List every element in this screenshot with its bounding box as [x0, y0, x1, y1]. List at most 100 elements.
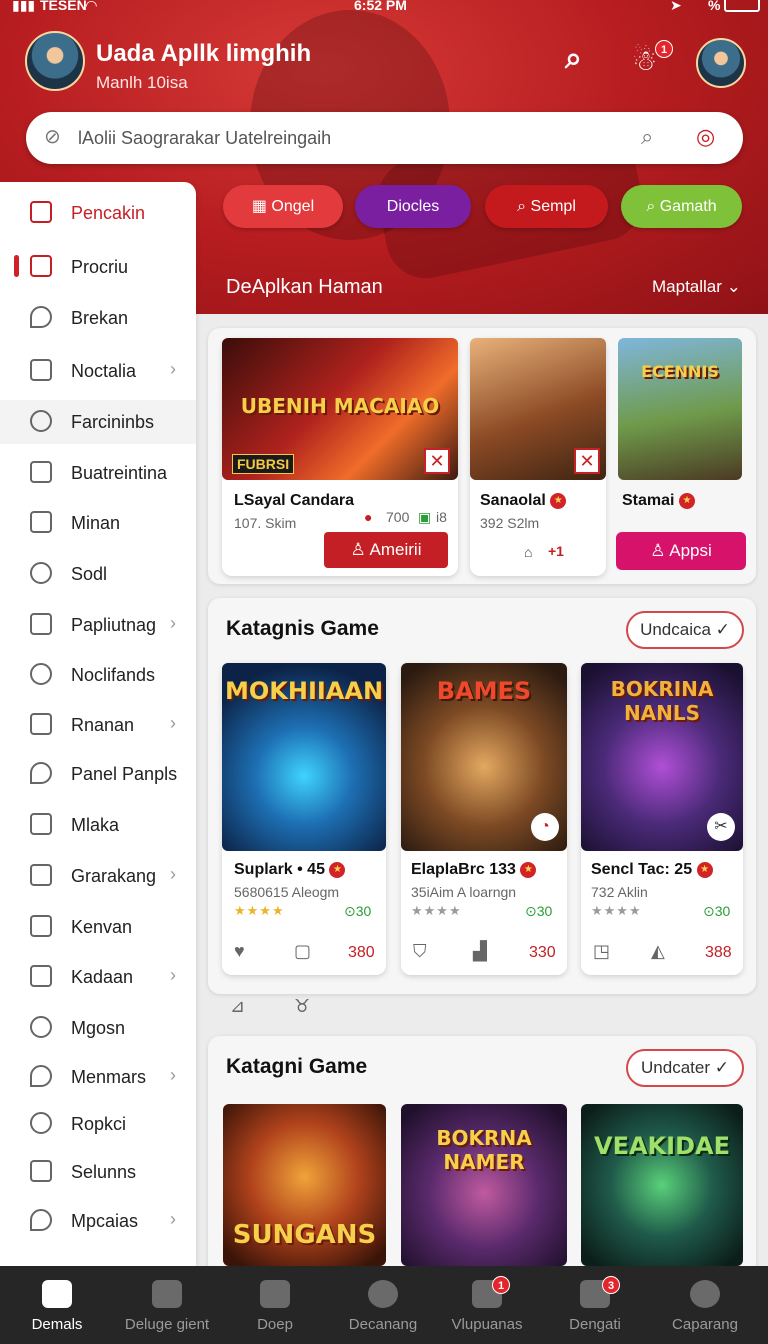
- game-count: 380: [348, 944, 375, 961]
- sidebar-item-grarakang[interactable]: Grarakang ›: [0, 854, 196, 898]
- chevron-down-icon: ⌄: [726, 277, 741, 296]
- close-icon[interactable]: ✕: [574, 448, 600, 474]
- nav-label: Decanang: [348, 1316, 418, 1333]
- status-bar: ▮▮▮ TESEN ◠ 6:52 PM ➤ %: [0, 0, 768, 16]
- featured-banner-text: UBENIH MACAIAO: [240, 394, 440, 418]
- search-input[interactable]: lAolii Saograrakar Uatelreingaih: [78, 128, 331, 149]
- comment-icon[interactable]: ▢: [294, 941, 311, 962]
- thumbs-up-icon[interactable]: ▟: [473, 941, 487, 962]
- game-card-2[interactable]: BAMES ◔ ElaplaBrc 133 ★ 35iAim A loarngn…: [401, 663, 567, 975]
- search-icon[interactable]: ⌕: [641, 124, 653, 150]
- building-icon: [30, 915, 52, 937]
- game-banner-text: VEAKIDAE: [594, 1132, 730, 1160]
- filter-pill-ongel[interactable]: ▦ Ongel: [223, 185, 343, 228]
- user-icon: ♙: [650, 541, 670, 560]
- button-label: Appsi: [669, 541, 712, 560]
- sidebar-item-farcininbs[interactable]: Farcininbs: [0, 400, 196, 444]
- search-bar[interactable]: ⊘ lAolii Saograrakar Uatelreingaih ⌕ ◎: [26, 112, 743, 164]
- featured-image: ECENNIS: [618, 338, 742, 480]
- panel-action-button[interactable]: Undcater ✓: [626, 1049, 744, 1087]
- sidebar-item-mlaka[interactable]: Mlaka: [0, 803, 196, 847]
- search-icon: ⌕: [517, 198, 531, 215]
- panel-action-button[interactable]: Undcaica ✓: [626, 611, 744, 649]
- sidebar-item-mgosn[interactable]: Mgosn: [0, 1006, 196, 1050]
- sidebar-item-noclifands[interactable]: Noclifands: [0, 653, 196, 697]
- close-icon[interactable]: ✕: [424, 448, 450, 474]
- featured-action-button[interactable]: ♙ Ameirii: [324, 532, 448, 568]
- trophy-icon[interactable]: ♉: [294, 996, 310, 1017]
- sidebar-item-kenvan[interactable]: Kenvan: [0, 905, 196, 949]
- voice-icon[interactable]: ◎: [696, 124, 715, 150]
- sidebar-item-kadaan[interactable]: Kadaan ›: [0, 955, 196, 999]
- battery-icon: [724, 0, 760, 12]
- sidebar-item-rnanan[interactable]: Rnanan ›: [0, 703, 196, 747]
- featured-card-1[interactable]: UBENIH MACAIAO FUBRSI ✕ LSayal Candara 1…: [222, 338, 458, 576]
- nav-item-dengati[interactable]: 3 Dengati: [540, 1266, 650, 1344]
- profile-avatar[interactable]: [25, 31, 85, 91]
- trash-icon: [152, 1280, 182, 1308]
- game-card-4[interactable]: SUNGANS: [223, 1104, 386, 1266]
- sidebar-item-label: Noclifands: [71, 665, 156, 685]
- panel-title: Katagni Game: [226, 1055, 368, 1078]
- screen-icon: [30, 613, 52, 635]
- trend-icon[interactable]: ⊿: [230, 996, 245, 1017]
- sidebar-item-mpcaias[interactable]: Mpcaias ›: [0, 1199, 196, 1243]
- link-icon: [30, 410, 52, 432]
- sidebar-item-panel-panpls[interactable]: Panel Panpls: [0, 752, 196, 796]
- sidebar-item-label: Brekan: [71, 308, 129, 328]
- sidebar-item-label: Selunns: [71, 1162, 137, 1182]
- game-name: Sencl Tac: 25 ★: [591, 861, 713, 879]
- nav-item-decanang[interactable]: Decanang: [328, 1266, 438, 1344]
- filter-pill-gamath[interactable]: ⌕ Gamath: [621, 185, 742, 228]
- sidebar-item-papliutnag[interactable]: Papliutnag ›: [0, 603, 196, 647]
- heart-icon[interactable]: ♥: [234, 941, 245, 962]
- chat-icon[interactable]: ◳: [593, 941, 610, 962]
- featured-sub: 107. Skim: [234, 515, 297, 531]
- game-score: ⊙30: [525, 903, 553, 919]
- nav-label: Demals: [31, 1316, 83, 1333]
- sidebar-item-menmars[interactable]: Menmars ›: [0, 1055, 196, 1099]
- game-card-5[interactable]: BOKRNA NAMER: [401, 1104, 567, 1266]
- user-notif-icon[interactable]: ☃: [632, 44, 657, 77]
- puzzle-icon[interactable]: ◭: [651, 941, 665, 962]
- nav-item-vlupuanas[interactable]: 1 Vlupuanas: [432, 1266, 542, 1344]
- shield-icon[interactable]: ⛉: [413, 941, 427, 962]
- game-card-6[interactable]: VEAKIDAE: [581, 1104, 743, 1266]
- sidebar-item-brekan[interactable]: Brekan: [0, 296, 196, 340]
- sidebar-item-buatreintina[interactable]: Buatreintina: [0, 451, 196, 495]
- rating-stars: ★★★★: [411, 903, 462, 918]
- sidebar-item-pencakin[interactable]: Pencakin: [0, 191, 196, 235]
- featured-card-3[interactable]: ECENNIS Stamai ★ ♙ Appsi: [608, 338, 750, 576]
- nav-item-doep[interactable]: Doep: [220, 1266, 330, 1344]
- camera-icon: [30, 965, 52, 987]
- game-card-1[interactable]: MOKHIIAAN Suplark • 45 ★ 5680615 Aleogm …: [222, 663, 386, 975]
- nav-item-demals[interactable]: Demals: [2, 1266, 112, 1344]
- game-card-3[interactable]: BOKRINA NANLS ✂ Sencl Tac: 25 ★ 732 Akli…: [581, 663, 743, 975]
- name-text: Sencl Tac: 25: [591, 861, 693, 878]
- featured-action-button[interactable]: ♙ Appsi: [616, 532, 746, 570]
- pin-icon: [30, 1209, 52, 1231]
- sort-dropdown[interactable]: Maptallar ⌄: [652, 277, 741, 297]
- sidebar-item-sodl[interactable]: Sodl: [0, 552, 196, 596]
- tools-icon[interactable]: ✂: [707, 813, 735, 841]
- bookmark-icon: [30, 511, 52, 533]
- sidebar-item-selunns[interactable]: Selunns: [0, 1150, 196, 1194]
- sidebar-item-minan[interactable]: Minan: [0, 501, 196, 545]
- sidebar-item-noctalia[interactable]: Noctalia ›: [0, 349, 196, 393]
- sidebar-item-ropkci[interactable]: Ropkci: [0, 1102, 196, 1146]
- user-avatar[interactable]: [696, 38, 746, 88]
- app-title: Uada Apllk limghih: [96, 40, 312, 67]
- filter-pill-sempl[interactable]: ⌕ Sempl: [485, 185, 608, 228]
- featured-card-2[interactable]: ✕ Sanaolal ★ 392 S2lm ⌂ +1: [470, 338, 606, 576]
- nav-item-deluge[interactable]: Deluge gient: [112, 1266, 222, 1344]
- filter-pill-diocles[interactable]: Diocles: [355, 185, 471, 228]
- pin-icon: [30, 1065, 52, 1087]
- sidebar-item-procriu[interactable]: Procriu: [0, 245, 196, 289]
- nav-item-caparang[interactable]: Caparang: [650, 1266, 760, 1344]
- search-icon[interactable]: ⌕: [565, 42, 582, 76]
- game-name: Suplark • 45 ★: [234, 861, 346, 879]
- check-icon: ✓: [714, 1058, 729, 1077]
- game-count: 388: [705, 944, 732, 961]
- chevron-right-icon: ›: [170, 965, 176, 985]
- play-icon[interactable]: ◔: [531, 813, 559, 841]
